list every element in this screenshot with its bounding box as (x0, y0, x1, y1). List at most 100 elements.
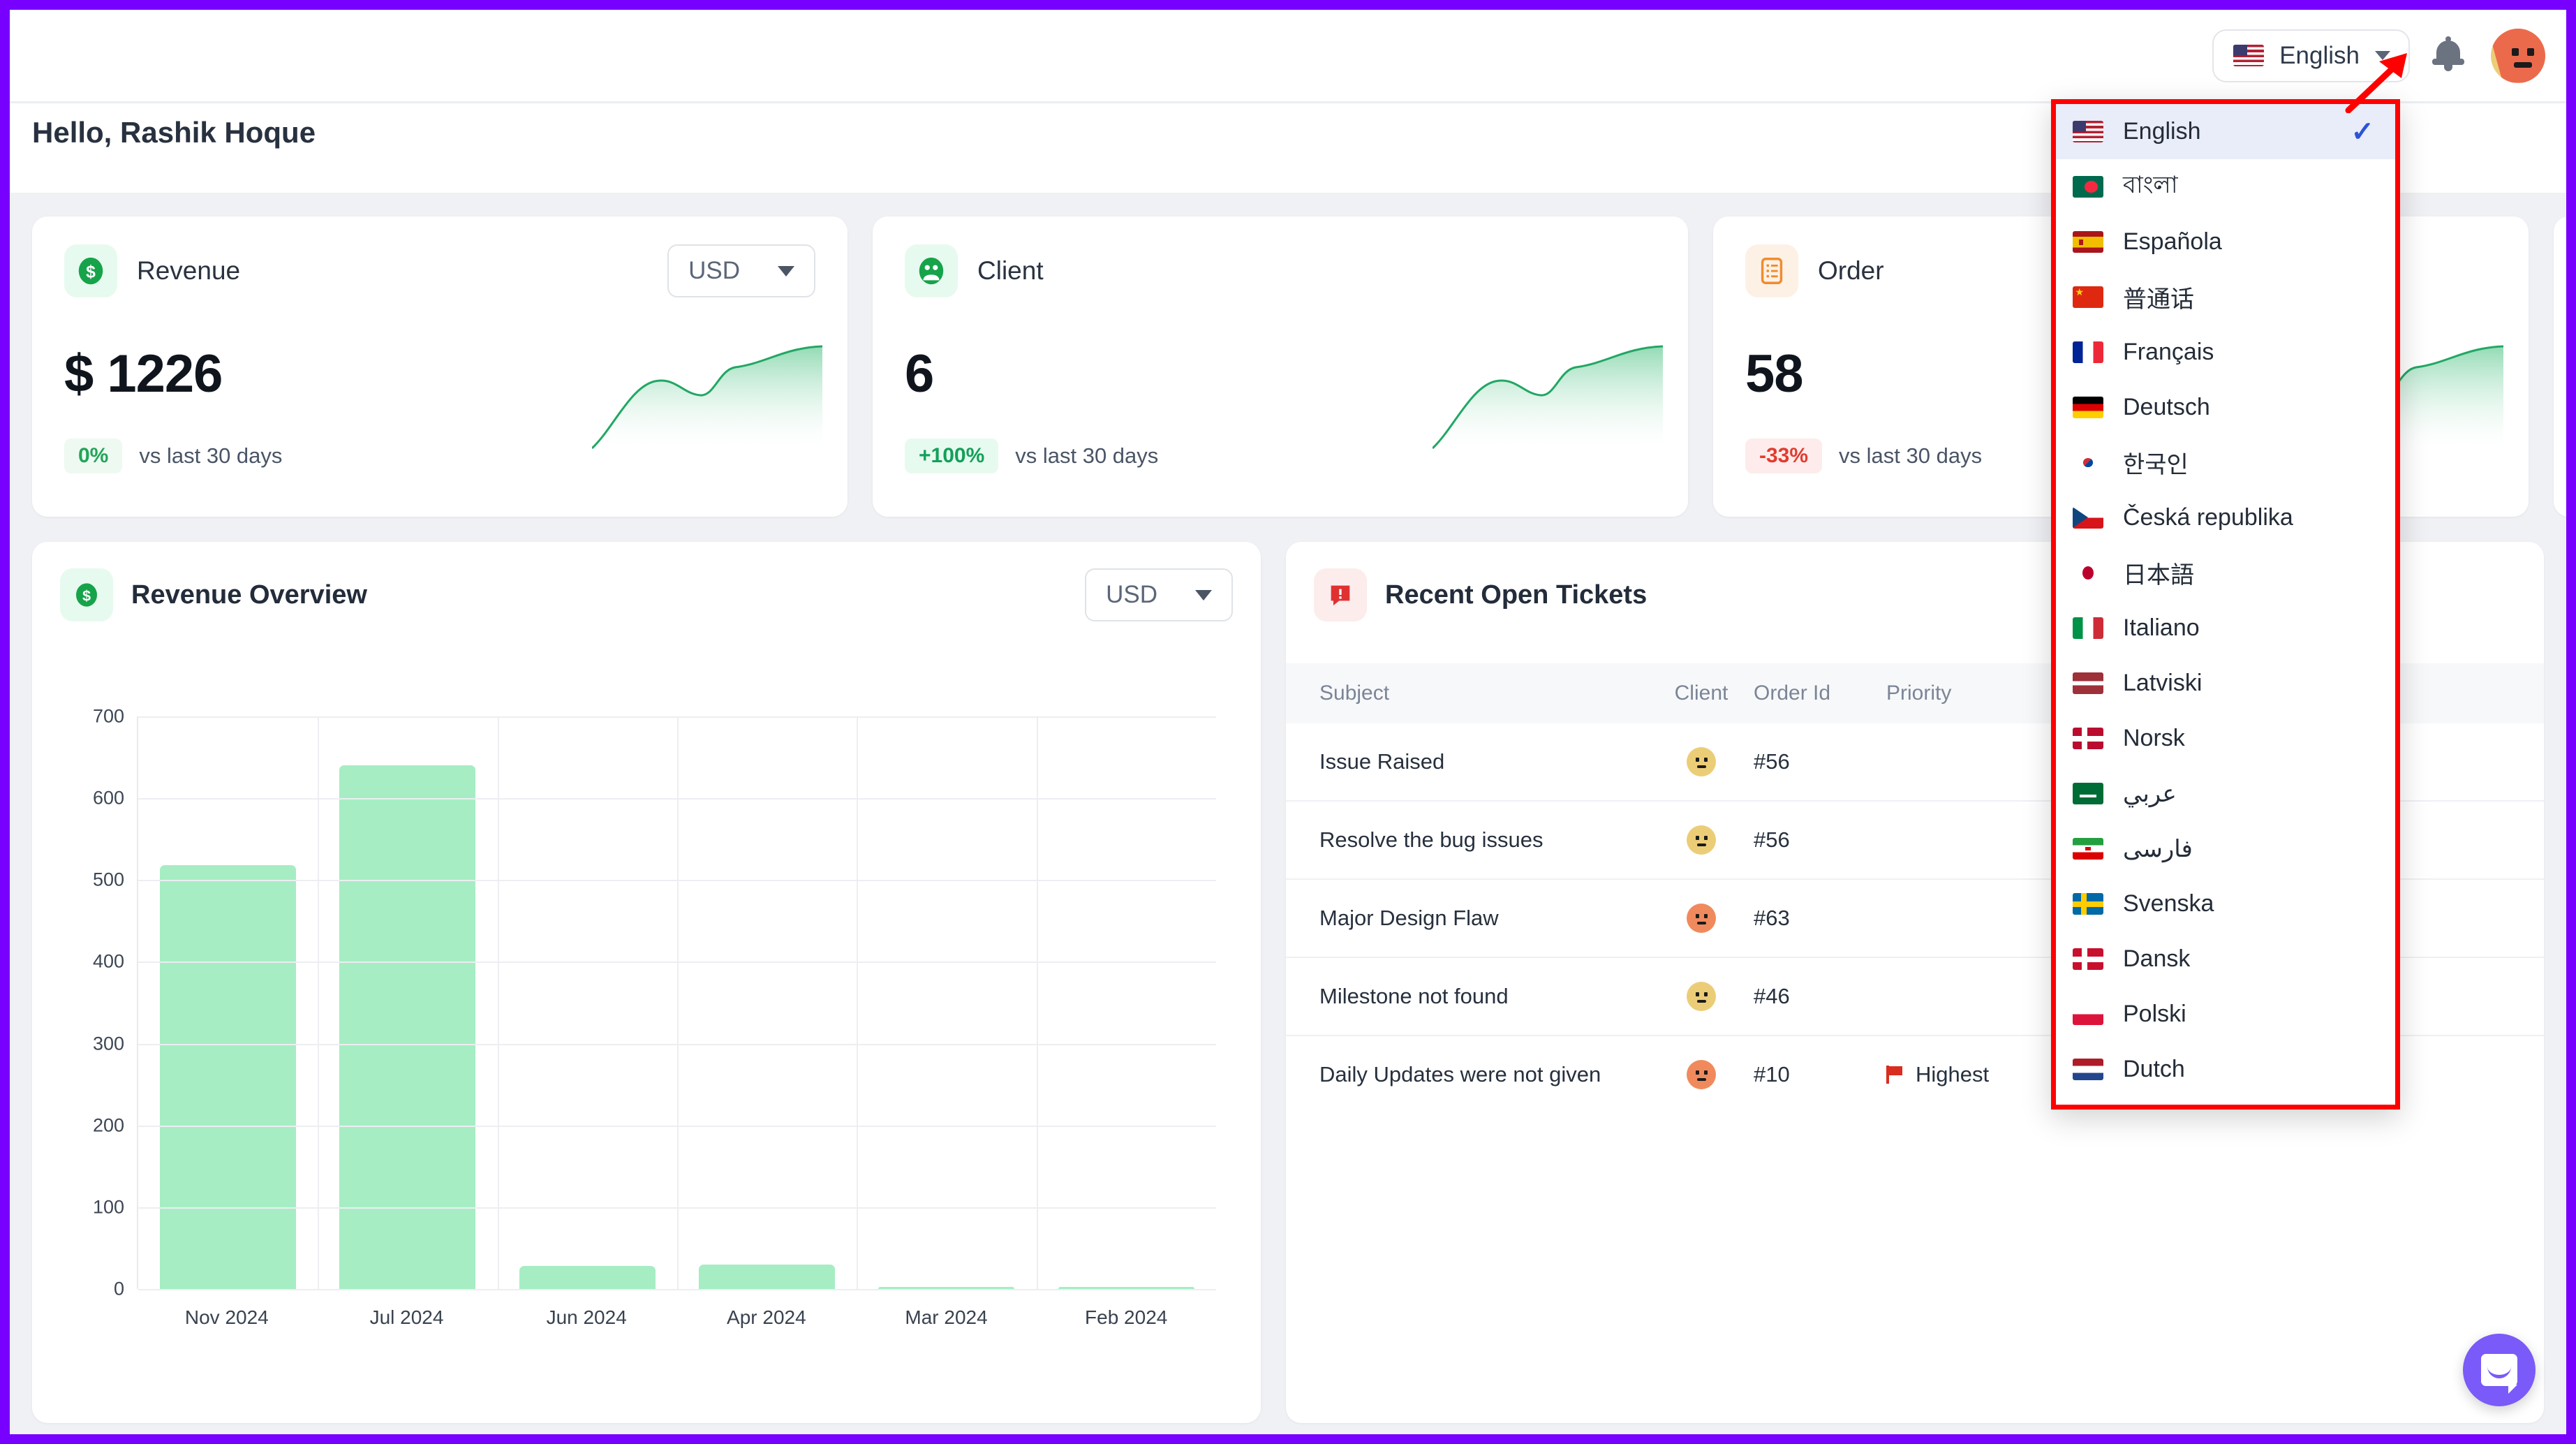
language-menu-item-5[interactable]: Deutsch (2056, 380, 2395, 435)
y-tick-label: 100 (92, 1196, 124, 1218)
x-tick-label: Jul 2024 (369, 1306, 444, 1328)
language-menu-item-11[interactable]: Norsk (2056, 711, 2395, 766)
intercom-chat-button[interactable] (2463, 1334, 2536, 1406)
language-menu-item-label: Français (2123, 339, 2214, 365)
language-menu-item-1[interactable]: বাংলা (2056, 159, 2395, 214)
y-tick-label: 400 (92, 950, 124, 972)
cell-subject: Resolve the bug issues (1319, 827, 1544, 852)
bar[interactable] (339, 765, 476, 1289)
y-tick-label: 0 (113, 1278, 124, 1299)
bar-slot (857, 716, 1036, 1289)
language-menu-item-label: বাংলা (2123, 172, 2178, 198)
panel-title: Recent Open Tickets (1385, 580, 1648, 610)
stat-value: $ 1226 (64, 344, 223, 404)
chart-plot-area (137, 716, 1216, 1290)
column-header-subject: Subject (1319, 682, 1390, 705)
gridline-vertical (497, 716, 499, 1289)
x-tick-label: Mar 2024 (905, 1306, 988, 1328)
currency-value: USD (688, 257, 740, 284)
language-menu-item-label: 한국인 (2123, 452, 2189, 478)
gridline-vertical (857, 716, 859, 1289)
stat-change-note: vs last 30 days (1015, 443, 1159, 468)
us-flag-icon (2073, 121, 2103, 142)
currency-value: USD (1106, 581, 1157, 608)
avatar[interactable] (1687, 1060, 1716, 1089)
avatar[interactable] (2491, 28, 2545, 83)
fr-flag-icon (2073, 341, 2103, 363)
cn-flag-icon (2073, 286, 2103, 308)
language-dropdown-menu[interactable]: English ✓ বাংলা Española 普通话 Français Deutsch 한… (2051, 99, 2400, 1110)
panel-title: Revenue Overview (131, 580, 367, 610)
us-flag-icon (2233, 45, 2265, 66)
bar-slot (677, 716, 857, 1289)
language-menu-item-3[interactable]: 普通话 (2056, 270, 2395, 325)
sa-flag-icon (2073, 783, 2103, 804)
gridline (138, 1289, 1216, 1290)
check-icon: ✓ (2351, 116, 2374, 147)
cell-subject: Major Design Flaw (1319, 906, 1499, 930)
y-tick-label: 600 (92, 787, 124, 809)
revenue-sparkline (592, 345, 822, 450)
dollar-circle-icon: $ (64, 244, 117, 297)
language-menu-item-16[interactable]: Polski (2056, 987, 2395, 1042)
gridline-vertical (318, 716, 320, 1289)
avatar[interactable] (1687, 904, 1716, 933)
language-menu-item-label: 日本語 (2123, 562, 2194, 589)
y-axis-tick-labels: 0 100 200 300 400 500 600 700 (60, 706, 124, 1299)
language-menu-item-4[interactable]: Français (2056, 325, 2395, 380)
svg-text:$: $ (82, 587, 91, 604)
avatar[interactable] (1687, 747, 1716, 776)
language-menu-item-17[interactable]: Dutch (2056, 1042, 2395, 1097)
nl-flag-icon (2073, 1059, 2103, 1080)
avatar[interactable] (1687, 825, 1716, 855)
language-menu-item-6[interactable]: 한국인 (2056, 435, 2395, 490)
language-menu-item-15[interactable]: Dansk (2056, 931, 2395, 987)
stat-title: Order (1818, 256, 1884, 285)
language-menu-item-9[interactable]: Italiano (2056, 601, 2395, 656)
language-menu-item-2[interactable]: Española (2056, 214, 2395, 270)
revenue-bar-chart: 0 100 200 300 400 500 600 700 Nov 2024 Jul 2024 J… (60, 706, 1233, 1381)
stat-value: 6 (905, 344, 934, 404)
language-menu-item-label: Svenska (2123, 890, 2214, 917)
kr-flag-icon (2073, 452, 2103, 473)
no-flag-icon (2073, 728, 2103, 749)
app-window: English Hello, Rashik Hoque $ Revenue US… (10, 10, 2566, 1434)
stat-card-revenue: $ Revenue USD $ 1226 0% vs last 30 days (32, 216, 847, 517)
currency-select-revenue[interactable]: USD (667, 244, 815, 297)
gridline-vertical (677, 716, 679, 1289)
lv-flag-icon (2073, 672, 2103, 694)
language-menu-item-13[interactable]: فارسی (2056, 821, 2395, 876)
bd-flag-icon (2073, 176, 2103, 198)
cell-order-id: #56 (1754, 749, 1790, 774)
intercom-chat-icon (2481, 1354, 2517, 1394)
language-menu-item-7[interactable]: Česká republika (2056, 490, 2395, 545)
language-menu-item-8[interactable]: 日本語 (2056, 545, 2395, 601)
language-menu-item-label: 普通话 (2123, 286, 2194, 313)
bar[interactable] (519, 1266, 656, 1289)
svg-text:$: $ (86, 263, 96, 282)
bell-icon[interactable] (2432, 36, 2464, 74)
y-tick-label: 500 (92, 869, 124, 890)
language-menu-item-label: Norsk (2123, 725, 2185, 751)
bar-slot (138, 716, 318, 1289)
cell-order-id: #46 (1754, 984, 1790, 1008)
language-menu-item-label: Italiano (2123, 614, 2200, 641)
language-menu-item-10[interactable]: Latviski (2056, 656, 2395, 711)
bar[interactable] (699, 1264, 836, 1289)
bar-slot (498, 716, 677, 1289)
bar[interactable] (160, 865, 297, 1289)
language-menu-item-label: Deutsch (2123, 394, 2210, 420)
currency-select-chart[interactable]: USD (1085, 568, 1233, 621)
language-menu-item-12[interactable]: عربي (2056, 766, 2395, 821)
language-menu-item-14[interactable]: Svenska (2056, 876, 2395, 931)
avatar[interactable] (1687, 982, 1716, 1011)
stat-title: Revenue (137, 256, 241, 285)
x-tick-label: Feb 2024 (1085, 1306, 1168, 1328)
annotation-arrow (2345, 53, 2407, 113)
stat-title: Client (977, 256, 1044, 285)
client-sparkline (1433, 345, 1663, 450)
cell-order-id: #10 (1754, 1062, 1790, 1086)
order-list-icon (1745, 244, 1798, 297)
language-menu-item-label: Española (2123, 228, 2222, 255)
language-menu-item-label: Dutch (2123, 1056, 2185, 1082)
